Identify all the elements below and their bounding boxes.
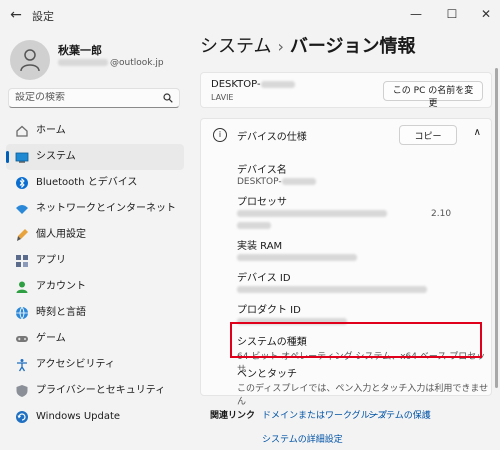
shield-icon [16,385,28,397]
search-icon[interactable] [163,93,173,103]
back-arrow-icon[interactable]: ← [8,7,24,23]
window-title: 設定 [32,10,54,23]
search-box[interactable] [8,88,180,108]
device-name-prefix: DESKTOP- [211,79,261,90]
nav-item-gaming[interactable]: ゲーム [6,326,184,352]
title-bar: ← 設定 — ☐ ✕ [0,0,500,30]
nav-item-label: 時刻と言語 [36,307,86,318]
product-id-label: プロダクト ID [237,305,301,316]
nav-item-time-language[interactable]: 時刻と言語 [6,300,184,326]
device-name-card: DESKTOP- LAVIE この PC の名前を変更 [200,72,492,109]
pen-touch-label: ペンとタッチ [237,369,297,380]
nav-item-label: 個人用設定 [36,229,86,240]
info-icon: i [213,128,227,142]
maximize-icon[interactable]: ☐ [440,4,464,24]
brush-icon [17,229,28,241]
nav-item-label: Bluetooth とデバイス [36,177,138,188]
related-links-title: 関連リンク [210,411,256,421]
system-protection-link[interactable]: システムの保護 [368,408,431,421]
device-spec-title: デバイスの仕様 [237,132,307,143]
apps-icon [16,255,28,267]
nav-item-label: Windows Update [36,411,121,422]
sidebar: 秋葉一郎 @outlook.jp ホーム システム Bluetooth とデバイ… [0,30,190,450]
nav-item-home[interactable]: ホーム [6,118,184,144]
processor-value-line2 [237,221,273,231]
user-email-domain: @outlook.jp [110,58,164,68]
nav-item-label: アクセシビリティ [36,359,115,370]
device-name-label: デバイス名 [237,165,287,176]
processor-label: プロセッサ [237,197,287,208]
ram-label: 実装 RAM [237,241,283,252]
search-input[interactable] [15,92,160,103]
user-name: 秋葉一郎 [58,44,102,57]
minimize-icon[interactable]: — [404,4,428,24]
device-name-value-prefix: DESKTOP- [237,177,282,187]
device-spec-header[interactable]: i デバイスの仕様 コピー ∧ [201,119,491,151]
nav-item-network[interactable]: ネットワークとインターネット [6,196,184,222]
user-icon [20,49,40,72]
processor-speed: 2.10 [431,209,452,219]
nav-item-system[interactable]: システム [6,144,184,170]
scrollbar[interactable] [495,68,498,388]
nav-item-accounts[interactable]: アカウント [6,274,184,300]
bluetooth-icon [16,177,28,189]
processor-value: 2.10 [237,209,477,219]
update-icon [16,411,28,423]
nav-list: ホーム システム Bluetooth とデバイス ネットワークとインターネット … [6,118,184,430]
globe-icon [16,306,28,320]
nav-item-label: システム [36,151,76,162]
rename-pc-button[interactable]: この PC の名前を変更 [383,81,483,109]
close-icon[interactable]: ✕ [474,4,498,24]
gamepad-icon [16,336,28,342]
nav-item-label: ゲーム [36,333,66,344]
user-email: @outlook.jp [58,58,164,68]
nav-item-bluetooth[interactable]: Bluetooth とデバイス [6,170,184,196]
nav-item-personalization[interactable]: 個人用設定 [6,222,184,248]
nav-item-label: ホーム [36,125,66,136]
device-id-value [237,285,429,295]
system-type-highlight [230,322,482,358]
account-icon [16,281,28,293]
nav-item-label: アプリ [36,255,66,266]
monitor-icon [15,152,29,163]
device-maker: LAVIE [211,93,234,102]
nav-item-label: ネットワークとインターネット [36,203,176,214]
main-content: システム › バージョン情報 DESKTOP- LAVIE この PC の名前を変更… [190,30,500,450]
device-name: DESKTOP- [211,79,297,90]
wifi-icon [16,205,28,214]
home-icon [16,125,28,137]
nav-item-apps[interactable]: アプリ [6,248,184,274]
device-name-value: DESKTOP- [237,177,318,187]
nav-item-label: アカウント [36,281,86,292]
nav-item-label: プライバシーとセキュリティ [36,385,166,396]
avatar[interactable] [10,40,50,80]
nav-item-accessibility[interactable]: アクセシビリティ [6,352,184,378]
breadcrumb-separator: › [277,37,284,56]
breadcrumb: システム › バージョン情報 [200,32,416,58]
accessibility-icon [17,359,27,372]
ram-value [237,253,359,263]
breadcrumb-parent[interactable]: システム [200,36,271,57]
nav-item-windows-update[interactable]: Windows Update [6,404,184,430]
device-id-label: デバイス ID [237,273,291,284]
related-links: 関連リンク ドメインまたはワークグループ システムの保護 システムの詳細設定 [200,402,492,450]
page-title: バージョン情報 [289,36,416,57]
chevron-up-icon[interactable]: ∧ [474,127,481,138]
advanced-system-settings-link[interactable]: システムの詳細設定 [262,432,343,445]
copy-button[interactable]: コピー [399,125,457,145]
nav-item-privacy-security[interactable]: プライバシーとセキュリティ [6,378,184,404]
